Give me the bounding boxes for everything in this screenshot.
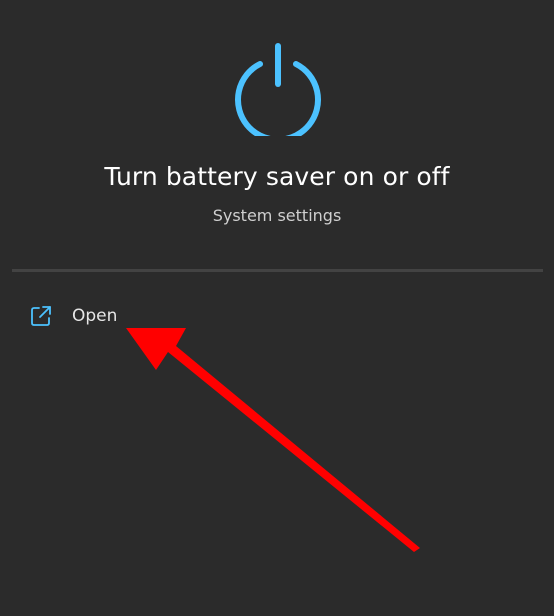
- divider: [12, 269, 543, 272]
- result-subtitle: System settings: [212, 206, 342, 225]
- search-result-panel: Turn battery saver on or off System sett…: [0, 0, 554, 616]
- power-icon: [230, 40, 326, 136]
- open-action-label: Open: [72, 306, 118, 326]
- result-title: Turn battery saver on or off: [104, 162, 450, 191]
- open-external-icon: [30, 305, 52, 327]
- open-action-button[interactable]: Open: [22, 296, 125, 336]
